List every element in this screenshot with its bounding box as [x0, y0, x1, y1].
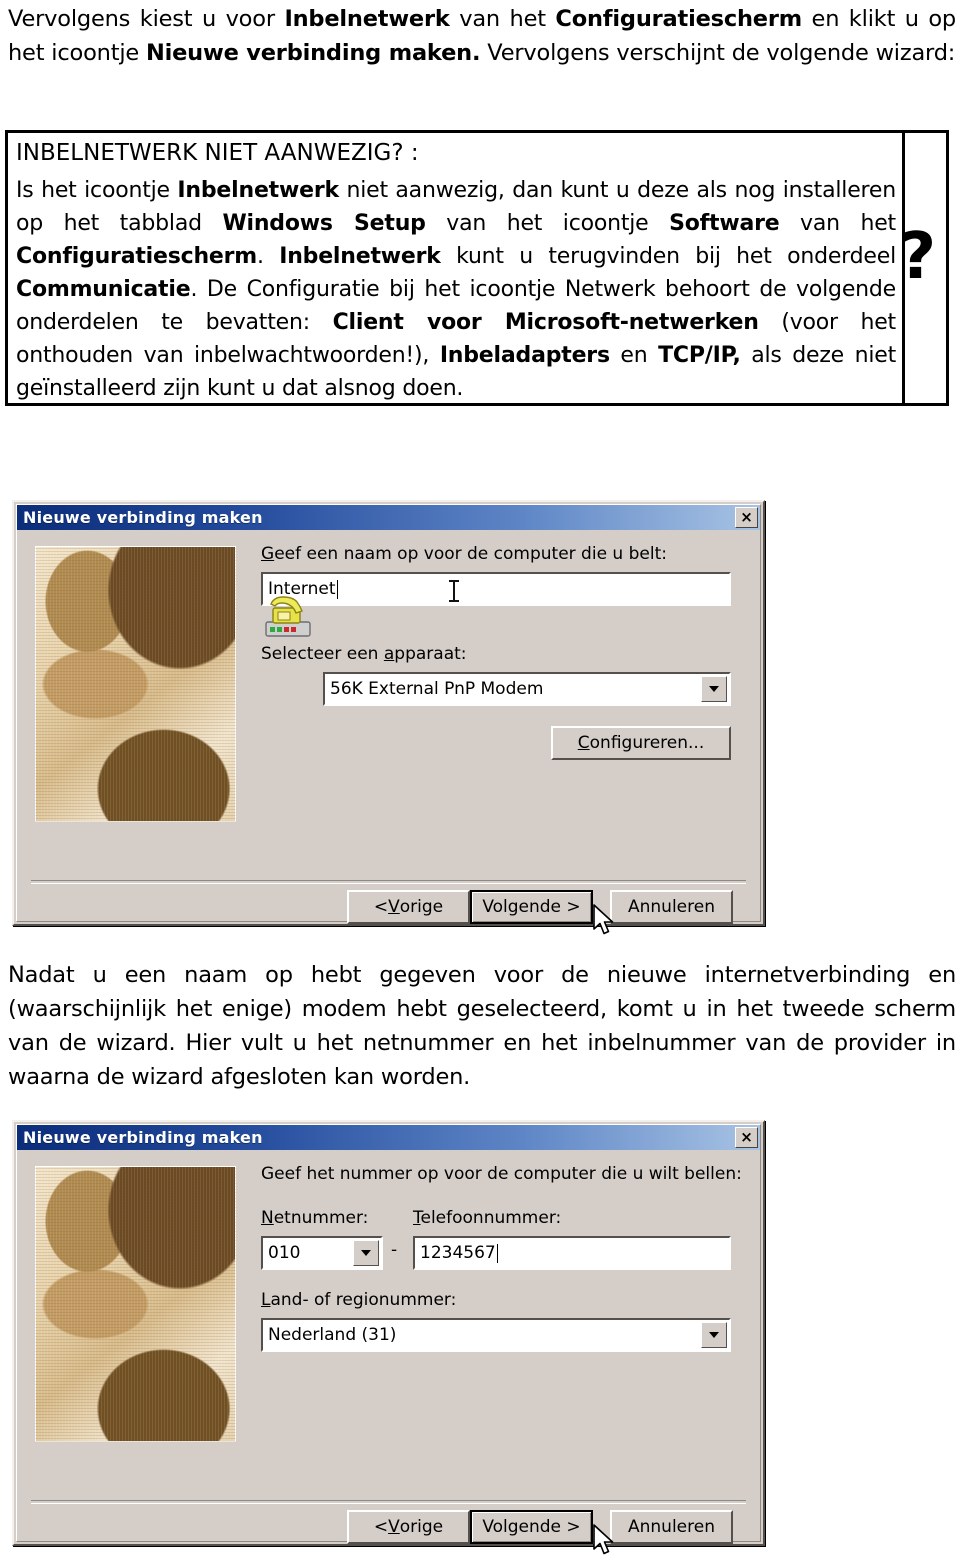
body-text: en — [609, 343, 659, 368]
body-text: van het icoontje — [425, 211, 670, 236]
dialog-body-step2: Geef het nummer op voor de computer die … — [17, 1152, 760, 1555]
emphasis-text: Communicatie — [16, 277, 191, 302]
label-area-code: Netnummer: — [261, 1208, 368, 1228]
emphasis-text: TCP/IP, — [658, 343, 741, 368]
wizard-illustration — [31, 542, 240, 826]
body-text: Is het icoontje — [16, 178, 178, 203]
button-separator — [31, 880, 746, 884]
area-code-dropdown[interactable]: 010 — [261, 1236, 383, 1270]
next-button[interactable]: Volgende > — [470, 1510, 593, 1544]
chevron-down-icon[interactable] — [353, 1240, 379, 1266]
window-title: Nieuwe verbinding maken — [23, 508, 263, 527]
cancel-button[interactable]: Annuleren — [610, 890, 733, 924]
wizard-buttons-step1: < Vorige Volgende > Annuleren — [347, 890, 753, 924]
country-dropdown[interactable]: Nederland (31) — [261, 1318, 731, 1352]
cancel-button[interactable]: Annuleren — [610, 1510, 733, 1544]
body-text: kunt u terugvinden bij het onderdeel — [440, 244, 896, 269]
body-text: Nadat u een naam op hebt gegeven voor de… — [8, 962, 956, 1090]
emphasis-text: Configuratiescherm — [555, 6, 802, 32]
dialog-body-step1: Geef een naam op voor de computer die u … — [17, 532, 760, 935]
accel-char: N — [261, 1208, 274, 1228]
label-connection-name-rest: eef een naam op voor de computer die u b… — [274, 544, 667, 564]
note-text: Is het icoontje Inbelnetwerk niet aanwez… — [16, 174, 896, 403]
chevron-down-icon[interactable] — [701, 676, 727, 702]
emphasis-text: Inbelnetwerk — [177, 178, 339, 203]
note-box-body: INBELNETWERK NIET AANWEZIG? : Is het ico… — [8, 133, 902, 403]
area-code-value: 010 — [268, 1243, 301, 1263]
next-button[interactable]: Volgende > — [470, 890, 593, 924]
back-button[interactable]: < Vorige — [347, 890, 470, 924]
back-post: orige — [399, 1517, 444, 1537]
label-country-code: Land- of regionummer: — [261, 1290, 456, 1310]
body-text: Vervolgens kiest u voor — [8, 6, 285, 32]
intro-paragraph: Vervolgens kiest u voor Inbelnetwerk van… — [8, 2, 956, 70]
back-button[interactable]: < Vorige — [347, 1510, 470, 1544]
device-dropdown[interactable]: 56K External PnP Modem — [323, 672, 731, 706]
emphasis-text: Nieuwe verbinding maken. — [145, 40, 481, 66]
button-gap — [593, 1510, 610, 1544]
accel-char: C — [577, 733, 590, 753]
body-text: van het — [449, 6, 556, 32]
label-country-code-rest: and- of regionummer: — [270, 1290, 457, 1310]
emphasis-text: Software — [669, 211, 780, 236]
accel-char: V — [388, 1517, 400, 1537]
dash-separator: - — [391, 1240, 398, 1260]
body-text: Vervolgens verschijnt de volgende wizard… — [480, 40, 956, 66]
telephone-modem-icon — [261, 592, 317, 642]
label-phone-number-rest: elefoonnummer: — [420, 1208, 562, 1228]
emphasis-text: Inbelnetwerk — [279, 244, 441, 269]
window-title: Nieuwe verbinding maken — [23, 1128, 263, 1147]
titlebar-step1: Nieuwe verbinding maken × — [17, 505, 760, 530]
note-marker-cell: ? — [899, 133, 946, 403]
accel-char: a — [383, 644, 395, 664]
mid-paragraph: Nadat u een naam op hebt gegeven voor de… — [8, 958, 956, 1094]
body-text: van het — [779, 211, 896, 236]
back-post: orige — [399, 897, 444, 917]
note-title: INBELNETWERK NIET AANWEZIG? : — [16, 140, 419, 166]
configure-button[interactable]: Configureren... — [551, 726, 731, 760]
dialog-new-connection-step1: Nieuwe verbinding maken × Geef een naam … — [12, 500, 765, 935]
chevron-down-icon[interactable] — [701, 1322, 727, 1348]
emphasis-text: Client voor Microsoft-netwerken — [332, 310, 759, 335]
back-pre: < — [373, 897, 389, 917]
body-text: . — [257, 244, 280, 269]
close-icon[interactable]: × — [735, 1127, 758, 1148]
accel-char: T — [413, 1208, 421, 1228]
button-separator — [31, 1500, 746, 1504]
label-device-post: pparaat: — [394, 644, 467, 664]
titlebar-step2: Nieuwe verbinding maken × — [17, 1125, 760, 1150]
modem-photo — [35, 1166, 236, 1442]
wizard-illustration — [31, 1162, 240, 1446]
label-area-code-rest: etnummer: — [273, 1208, 369, 1228]
emphasis-text: Windows Setup — [222, 211, 426, 236]
modem-photo — [35, 546, 236, 822]
back-pre: < — [373, 1517, 389, 1537]
ibeam-cursor-icon — [449, 580, 459, 602]
emphasis-text: Inbeladapters — [439, 343, 610, 368]
label-connection-name: Geef een naam op voor de computer die u … — [261, 544, 667, 564]
wizard-buttons-step2: < Vorige Volgende > Annuleren — [347, 1510, 753, 1544]
question-mark-icon: ? — [899, 220, 937, 294]
accel-char: G — [261, 544, 275, 564]
label-select-device: Selecteer een apparaat: — [261, 644, 467, 664]
country-value: Nederland (31) — [268, 1325, 397, 1345]
button-gap — [593, 890, 610, 924]
device-dropdown-value: 56K External PnP Modem — [330, 679, 544, 699]
dialog-new-connection-step2: Nieuwe verbinding maken × Geef het numme… — [12, 1120, 765, 1555]
connection-name-input[interactable]: Internet — [261, 572, 731, 606]
phone-number-input[interactable]: 1234567 — [413, 1236, 731, 1270]
text-caret — [496, 1243, 499, 1263]
accel-char: V — [388, 897, 400, 917]
emphasis-text: Configuratiescherm — [16, 244, 258, 269]
close-icon[interactable]: × — [735, 507, 758, 528]
text-caret — [336, 579, 339, 599]
note-box: INBELNETWERK NIET AANWEZIG? : Is het ico… — [5, 130, 949, 406]
configure-button-rest: onfigureren... — [589, 733, 705, 753]
emphasis-text: Inbelnetwerk — [284, 6, 450, 32]
label-device-pre: Selecteer een — [261, 644, 384, 664]
phone-number-value: 1234567 — [420, 1243, 496, 1263]
label-phone-number: Telefoonnummer: — [413, 1208, 561, 1228]
label-enter-number: Geef het nummer op voor de computer die … — [261, 1164, 742, 1184]
